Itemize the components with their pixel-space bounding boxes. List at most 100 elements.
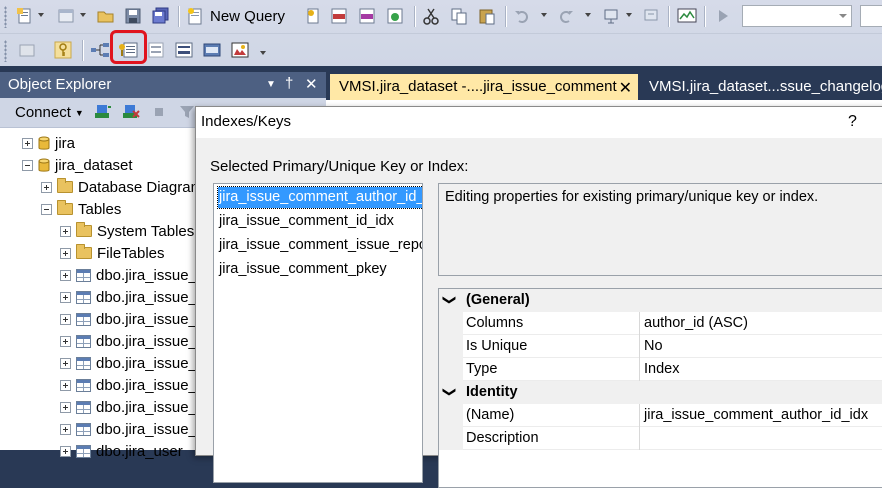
disconnect-icon[interactable] — [120, 101, 142, 123]
property-name: (Name) — [466, 407, 515, 423]
expand-icon[interactable] — [22, 137, 33, 149]
expand-icon[interactable] — [60, 269, 71, 281]
toolbar-grip[interactable] — [4, 6, 7, 28]
set-primary-key-icon[interactable] — [52, 39, 74, 61]
table-icon — [76, 422, 91, 436]
property-grid[interactable]: ❯ (General) Columns author_id (ASC) Is Uniqu… — [438, 288, 882, 488]
cut-icon[interactable] — [420, 5, 442, 27]
help-button[interactable]: ? — [848, 113, 857, 131]
collapse-icon[interactable] — [22, 159, 33, 171]
expand-icon[interactable] — [60, 401, 71, 413]
expand-icon[interactable] — [60, 357, 71, 369]
connect-button[interactable]: Connect ▼ — [15, 104, 84, 121]
tree-node[interactable]: jira — [22, 132, 75, 154]
open-folder-icon[interactable] — [95, 5, 117, 27]
chevron-down-icon[interactable] — [80, 13, 86, 17]
key-list-item[interactable]: jira_issue_comment_id_idx — [218, 211, 396, 232]
tab-jira-issue-changelog[interactable]: VMSI.jira_dataset...ssue_changelog_it — [640, 74, 882, 100]
database-engine-query-icon[interactable] — [302, 5, 324, 27]
key-list[interactable]: jira_issue_comment_author_id_idx jira_iss… — [213, 183, 423, 483]
save-all-icon[interactable] — [150, 5, 172, 27]
expand-icon[interactable] — [60, 379, 71, 391]
activity-monitor-icon[interactable] — [676, 5, 698, 27]
tree-node[interactable]: dbo.jira_issue_a — [60, 264, 205, 286]
save-icon[interactable] — [122, 5, 144, 27]
chevron-down-icon[interactable] — [839, 14, 847, 18]
property-row[interactable]: Is Unique No — [439, 335, 882, 358]
navigate-backward-icon[interactable] — [600, 5, 622, 27]
new-project-icon[interactable] — [14, 5, 36, 27]
chevron-down-icon[interactable] — [541, 13, 547, 17]
relationships-icon[interactable] — [89, 39, 111, 61]
dialog-titlebar[interactable]: Indexes/Keys ? — [196, 107, 882, 138]
tree-node[interactable]: Database Diagrams — [41, 176, 211, 198]
pin-icon[interactable]: † — [285, 75, 293, 92]
database-selector[interactable] — [742, 5, 852, 27]
chevron-down-icon[interactable]: ❯ — [441, 295, 457, 306]
copy-icon[interactable] — [448, 5, 470, 27]
expand-icon[interactable] — [60, 335, 71, 347]
key-list-item[interactable]: jira_issue_comment_pkey — [218, 259, 389, 280]
chevron-down-icon[interactable] — [38, 13, 44, 17]
property-value[interactable]: jira_issue_comment_author_id_idx — [644, 407, 868, 423]
key-list-item[interactable]: jira_issue_comment_author_id_idx — [216, 186, 422, 209]
undo-icon[interactable] — [511, 5, 533, 27]
expand-icon[interactable] — [60, 445, 71, 457]
navigate-forward-icon[interactable] — [640, 5, 662, 27]
tree-node[interactable]: Tables — [41, 198, 121, 220]
close-icon[interactable]: ✕ — [305, 75, 318, 93]
stop-icon[interactable] — [148, 101, 170, 123]
analysis-mdx-query-icon[interactable] — [328, 5, 350, 27]
property-row[interactable]: (Name) jira_issue_comment_author_id_idx — [439, 404, 882, 427]
new-query-button[interactable]: New Query — [186, 4, 285, 29]
analysis-dmx-query-icon[interactable] — [356, 5, 378, 27]
property-value[interactable]: No — [644, 338, 663, 354]
add-item-icon[interactable] — [55, 5, 77, 27]
manage-spatial-indexes-icon[interactable] — [229, 39, 251, 61]
toolbar-options-icon[interactable] — [260, 51, 266, 55]
expand-icon[interactable] — [60, 291, 71, 303]
tree-node[interactable]: dbo.jira_issue_c — [60, 352, 204, 374]
chevron-down-icon[interactable] — [626, 13, 632, 17]
chevron-down-icon[interactable] — [585, 13, 591, 17]
chevron-down-icon[interactable]: ❯ — [441, 387, 457, 398]
toolbar-grip[interactable] — [4, 40, 7, 62]
key-list-item[interactable]: jira_issue_comment_issue_report_id_idx — [218, 235, 422, 256]
tree-node[interactable]: dbo.jira_user — [60, 440, 183, 462]
expand-icon[interactable] — [41, 181, 52, 193]
find-box[interactable] — [860, 5, 882, 27]
manage-xml-indexes-icon[interactable] — [173, 39, 195, 61]
expand-icon[interactable] — [60, 225, 71, 237]
tree-node[interactable]: dbo.jira_issue_b — [60, 308, 205, 330]
paste-icon[interactable] — [476, 5, 498, 27]
execute-icon[interactable] — [712, 5, 734, 27]
expand-icon[interactable] — [60, 423, 71, 435]
collapse-icon[interactable] — [41, 203, 52, 215]
expand-icon[interactable] — [60, 313, 71, 325]
property-row[interactable]: Description — [439, 427, 882, 450]
tree-node[interactable]: dbo.jira_issue_r — [60, 396, 202, 418]
generate-change-script-icon[interactable] — [16, 39, 38, 61]
tree-node[interactable]: FileTables — [60, 242, 165, 264]
expand-icon[interactable] — [60, 247, 71, 259]
redo-icon[interactable] — [555, 5, 577, 27]
tree-node[interactable]: dbo.jira_issue_f — [60, 374, 201, 396]
tree-node[interactable]: dbo.jira_issue_c — [60, 330, 204, 352]
property-row[interactable]: Type Index — [439, 358, 882, 381]
analysis-xmla-query-icon[interactable] — [384, 5, 406, 27]
property-value[interactable]: author_id (ASC) — [644, 315, 748, 331]
connect-object-explorer-icon[interactable] — [92, 101, 114, 123]
property-value[interactable]: Index — [644, 361, 679, 377]
close-icon[interactable]: ✕ — [619, 78, 632, 98]
property-category[interactable]: ❯ (General) — [439, 289, 882, 312]
property-row[interactable]: Columns author_id (ASC) — [439, 312, 882, 335]
tree-node[interactable]: dbo.jira_issue_a — [60, 286, 205, 308]
window-position-dropdown-icon[interactable]: ▼ — [266, 79, 276, 90]
tab-jira-issue-comment[interactable]: VMSI.jira_dataset -....jira_issue_commen… — [330, 74, 638, 100]
property-category[interactable]: ❯ Identity — [439, 381, 882, 404]
manage-check-constraints-icon[interactable] — [201, 39, 223, 61]
tree-node[interactable]: dbo.jira_issue_s — [60, 418, 204, 440]
tree-node[interactable]: System Tables — [60, 220, 194, 242]
tree-node[interactable]: jira_dataset — [22, 154, 133, 176]
manage-fulltext-index-icon[interactable] — [145, 39, 167, 61]
